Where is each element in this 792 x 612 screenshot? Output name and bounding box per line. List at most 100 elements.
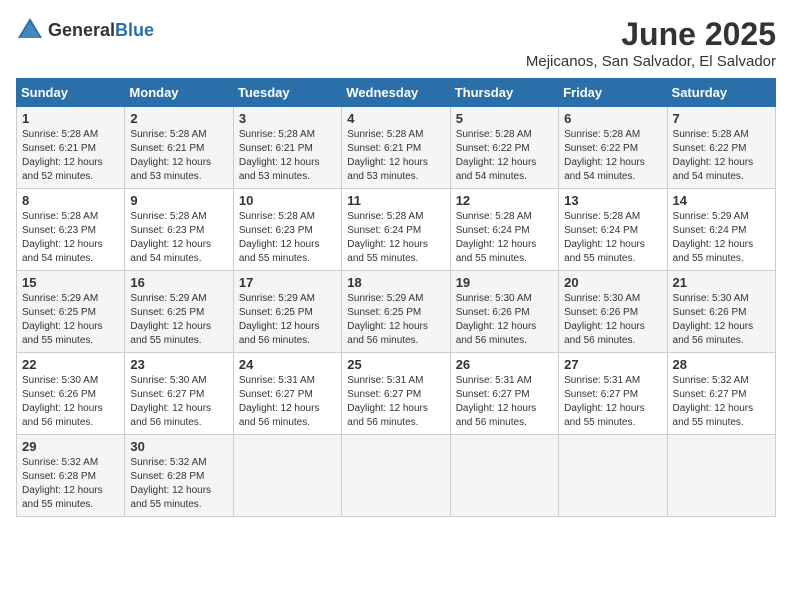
day-info: Sunrise: 5:31 AM Sunset: 6:27 PM Dayligh… xyxy=(564,374,661,430)
calendar-cell: 27 Sunrise: 5:31 AM Sunset: 6:27 PM Dayli… xyxy=(559,353,667,435)
day-info: Sunrise: 5:30 AM Sunset: 6:26 PM Dayligh… xyxy=(22,374,119,430)
calendar-cell: 25 Sunrise: 5:31 AM Sunset: 6:27 PM Dayli… xyxy=(342,353,450,435)
calendar-cell: 14 Sunrise: 5:29 AM Sunset: 6:24 PM Dayli… xyxy=(667,189,775,271)
day-number: 11 xyxy=(347,193,444,208)
day-info: Sunrise: 5:28 AM Sunset: 6:24 PM Dayligh… xyxy=(347,210,444,266)
calendar-cell: 6Sunrise: 5:28 AM Sunset: 6:22 PM Daylig… xyxy=(559,107,667,189)
calendar-cell: 5 Sunrise: 5:28 AM Sunset: 6:22 PM Daylig… xyxy=(450,107,558,189)
day-number: 14 xyxy=(673,193,770,208)
column-header-sunday: Sunday xyxy=(17,79,125,107)
day-number: 1 xyxy=(22,111,119,126)
calendar-cell xyxy=(559,435,667,517)
day-info: Sunrise: 5:28 AM Sunset: 6:23 PM Dayligh… xyxy=(239,210,336,266)
day-info: Sunrise: 5:28 AM Sunset: 6:23 PM Dayligh… xyxy=(130,210,227,266)
calendar-cell: 8 Sunrise: 5:28 AM Sunset: 6:23 PM Daylig… xyxy=(17,189,125,271)
day-number: 5 xyxy=(456,111,553,126)
day-info: Sunrise: 5:32 AM Sunset: 6:27 PM Dayligh… xyxy=(673,374,770,430)
day-info: Sunrise: 5:29 AM Sunset: 6:24 PM Dayligh… xyxy=(673,210,770,266)
day-number: 26 xyxy=(456,357,553,372)
day-info: Sunrise: 5:28 AM Sunset: 6:23 PM Dayligh… xyxy=(22,210,119,266)
calendar-cell: 12Sunrise: 5:28 AM Sunset: 6:24 PM Dayli… xyxy=(450,189,558,271)
calendar-week-row-3: 15 Sunrise: 5:29 AM Sunset: 6:25 PM Dayli… xyxy=(17,271,776,353)
calendar-cell: 20 Sunrise: 5:30 AM Sunset: 6:26 PM Dayli… xyxy=(559,271,667,353)
day-info: Sunrise: 5:28 AM Sunset: 6:22 PM Dayligh… xyxy=(673,128,770,184)
calendar-cell: 24 Sunrise: 5:31 AM Sunset: 6:27 PM Dayli… xyxy=(233,353,341,435)
calendar-cell xyxy=(450,435,558,517)
calendar-week-row-1: 1 Sunrise: 5:28 AM Sunset: 6:21 PM Daylig… xyxy=(17,107,776,189)
column-header-monday: Monday xyxy=(125,79,233,107)
calendar-cell: 18 Sunrise: 5:29 AM Sunset: 6:25 PM Dayli… xyxy=(342,271,450,353)
calendar-cell xyxy=(233,435,341,517)
calendar-cell: 21 Sunrise: 5:30 AM Sunset: 6:26 PM Dayli… xyxy=(667,271,775,353)
calendar-cell: 17Sunrise: 5:29 AM Sunset: 6:25 PM Dayli… xyxy=(233,271,341,353)
calendar-week-row-5: 29 Sunrise: 5:32 AM Sunset: 6:28 PM Dayli… xyxy=(17,435,776,517)
day-number: 3 xyxy=(239,111,336,126)
day-number: 18 xyxy=(347,275,444,290)
location-title: Mejicanos, San Salvador, El Salvador xyxy=(526,53,776,70)
month-title: June 2025 xyxy=(526,16,776,53)
day-info: Sunrise: 5:28 AM Sunset: 6:22 PM Dayligh… xyxy=(456,128,553,184)
calendar-cell: 29Sunrise: 5:32 AM Sunset: 6:28 PM Dayli… xyxy=(17,435,125,517)
day-number: 15 xyxy=(22,275,119,290)
column-header-friday: Friday xyxy=(559,79,667,107)
calendar-table: SundayMondayTuesdayWednesdayThursdayFrid… xyxy=(16,78,776,517)
day-info: Sunrise: 5:28 AM Sunset: 6:21 PM Dayligh… xyxy=(130,128,227,184)
calendar-cell: 26 Sunrise: 5:31 AM Sunset: 6:27 PM Dayli… xyxy=(450,353,558,435)
calendar-week-row-4: 22 Sunrise: 5:30 AM Sunset: 6:26 PM Dayli… xyxy=(17,353,776,435)
day-info: Sunrise: 5:30 AM Sunset: 6:26 PM Dayligh… xyxy=(564,292,661,348)
day-info: Sunrise: 5:28 AM Sunset: 6:21 PM Dayligh… xyxy=(22,128,119,184)
logo-icon xyxy=(16,16,44,44)
calendar-cell: 15 Sunrise: 5:29 AM Sunset: 6:25 PM Dayli… xyxy=(17,271,125,353)
day-info: Sunrise: 5:29 AM Sunset: 6:25 PM Dayligh… xyxy=(347,292,444,348)
calendar-cell: 13Sunrise: 5:28 AM Sunset: 6:24 PM Dayli… xyxy=(559,189,667,271)
day-number: 24 xyxy=(239,357,336,372)
column-header-thursday: Thursday xyxy=(450,79,558,107)
calendar-cell: 9 Sunrise: 5:28 AM Sunset: 6:23 PM Daylig… xyxy=(125,189,233,271)
day-info: Sunrise: 5:32 AM Sunset: 6:28 PM Dayligh… xyxy=(130,456,227,512)
calendar-cell: 7Sunrise: 5:28 AM Sunset: 6:22 PM Daylig… xyxy=(667,107,775,189)
day-number: 2 xyxy=(130,111,227,126)
calendar-header-row: SundayMondayTuesdayWednesdayThursdayFrid… xyxy=(17,79,776,107)
day-info: Sunrise: 5:31 AM Sunset: 6:27 PM Dayligh… xyxy=(456,374,553,430)
day-info: Sunrise: 5:31 AM Sunset: 6:27 PM Dayligh… xyxy=(239,374,336,430)
calendar-cell: 2 Sunrise: 5:28 AM Sunset: 6:21 PM Daylig… xyxy=(125,107,233,189)
calendar-cell: 22 Sunrise: 5:30 AM Sunset: 6:26 PM Dayli… xyxy=(17,353,125,435)
column-header-wednesday: Wednesday xyxy=(342,79,450,107)
day-number: 27 xyxy=(564,357,661,372)
day-number: 17 xyxy=(239,275,336,290)
day-number: 4 xyxy=(347,111,444,126)
column-header-tuesday: Tuesday xyxy=(233,79,341,107)
day-number: 8 xyxy=(22,193,119,208)
logo: GeneralBlue xyxy=(16,16,154,44)
day-number: 22 xyxy=(22,357,119,372)
calendar-cell: 3 Sunrise: 5:28 AM Sunset: 6:21 PM Daylig… xyxy=(233,107,341,189)
calendar-cell xyxy=(342,435,450,517)
page-header: GeneralBlue June 2025 Mejicanos, San Sal… xyxy=(16,16,776,70)
calendar-cell: 23Sunrise: 5:30 AM Sunset: 6:27 PM Dayli… xyxy=(125,353,233,435)
day-info: Sunrise: 5:31 AM Sunset: 6:27 PM Dayligh… xyxy=(347,374,444,430)
day-number: 29 xyxy=(22,439,119,454)
day-info: Sunrise: 5:30 AM Sunset: 6:26 PM Dayligh… xyxy=(673,292,770,348)
day-number: 23 xyxy=(130,357,227,372)
day-number: 30 xyxy=(130,439,227,454)
calendar-cell: 19 Sunrise: 5:30 AM Sunset: 6:26 PM Dayli… xyxy=(450,271,558,353)
calendar-cell: 28Sunrise: 5:32 AM Sunset: 6:27 PM Dayli… xyxy=(667,353,775,435)
day-number: 21 xyxy=(673,275,770,290)
day-info: Sunrise: 5:28 AM Sunset: 6:24 PM Dayligh… xyxy=(456,210,553,266)
day-number: 20 xyxy=(564,275,661,290)
calendar-cell: 11 Sunrise: 5:28 AM Sunset: 6:24 PM Dayli… xyxy=(342,189,450,271)
day-info: Sunrise: 5:28 AM Sunset: 6:21 PM Dayligh… xyxy=(347,128,444,184)
day-number: 9 xyxy=(130,193,227,208)
calendar-cell: 4 Sunrise: 5:28 AM Sunset: 6:21 PM Daylig… xyxy=(342,107,450,189)
calendar-cell: 30 Sunrise: 5:32 AM Sunset: 6:28 PM Dayli… xyxy=(125,435,233,517)
day-number: 25 xyxy=(347,357,444,372)
day-info: Sunrise: 5:30 AM Sunset: 6:26 PM Dayligh… xyxy=(456,292,553,348)
day-number: 16 xyxy=(130,275,227,290)
calendar-cell: 10 Sunrise: 5:28 AM Sunset: 6:23 PM Dayli… xyxy=(233,189,341,271)
day-info: Sunrise: 5:29 AM Sunset: 6:25 PM Dayligh… xyxy=(22,292,119,348)
logo-text: GeneralBlue xyxy=(48,20,154,41)
day-info: Sunrise: 5:28 AM Sunset: 6:21 PM Dayligh… xyxy=(239,128,336,184)
day-number: 19 xyxy=(456,275,553,290)
calendar-cell: 16Sunrise: 5:29 AM Sunset: 6:25 PM Dayli… xyxy=(125,271,233,353)
day-number: 10 xyxy=(239,193,336,208)
